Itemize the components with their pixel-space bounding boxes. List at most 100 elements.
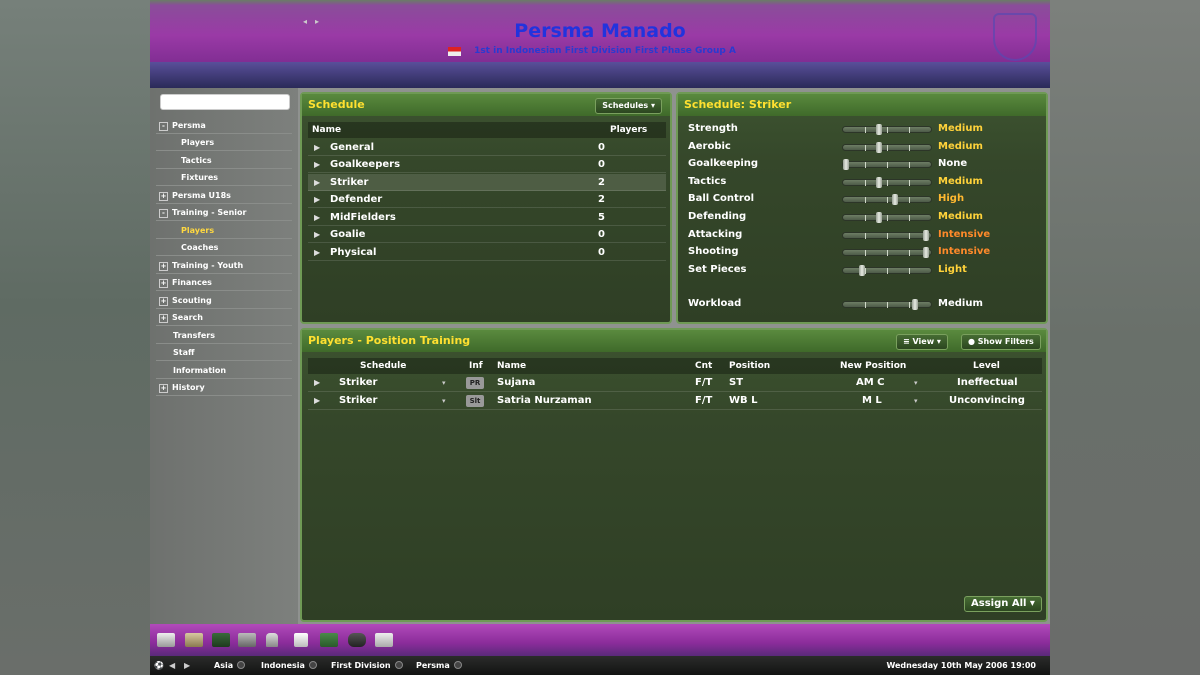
expand-arrow-icon[interactable]: ▶ [314, 209, 320, 226]
trophy-icon[interactable] [266, 633, 278, 647]
tactics-board-icon[interactable] [212, 633, 230, 647]
player-name[interactable]: Satria Nurzaman [497, 392, 592, 410]
options-menu[interactable]: Options ▾ [763, 67, 832, 85]
intensity-slider[interactable] [842, 194, 932, 206]
view-button[interactable]: ≡ View ▾ [896, 334, 948, 350]
manager-menu[interactable]: Manager ▾ [530, 67, 603, 85]
col-new-position[interactable]: New Position [840, 358, 906, 374]
chevron-circle-icon[interactable] [237, 661, 246, 669]
back-icon[interactable]: ◀ [169, 656, 175, 675]
home-icon[interactable] [157, 633, 175, 647]
chevron-circle-icon[interactable] [453, 661, 462, 669]
schedule-row-general[interactable]: ▶ General 0 [308, 139, 666, 156]
sidebar-item-tactics[interactable]: Tactics [156, 153, 292, 169]
expand-arrow-icon[interactable]: ▶ [314, 174, 320, 191]
sidebar-search-input[interactable] [160, 94, 290, 110]
collapse-icon[interactable]: - [159, 122, 168, 131]
slider-knob[interactable] [875, 124, 882, 135]
sidebar-item-transfers[interactable]: Transfers [156, 328, 292, 344]
expand-arrow-icon[interactable]: ▶ [314, 191, 320, 208]
sidebar-item-staff[interactable]: Staff [156, 345, 292, 361]
schedule-row-striker[interactable]: ▶ Striker 2 [308, 174, 666, 191]
binoculars-icon[interactable] [348, 633, 366, 647]
breadcrumb-asia[interactable]: Asia [214, 656, 246, 675]
col-inf[interactable]: Inf [469, 358, 483, 374]
clipboard-icon[interactable] [375, 633, 393, 647]
dropdown-arrow-icon[interactable]: ▾ [914, 392, 918, 410]
col-cnt[interactable]: Cnt [695, 358, 712, 374]
col-level[interactable]: Level [973, 358, 1000, 374]
forward-button-icon[interactable]: ▶ [455, 68, 463, 81]
intensity-slider[interactable] [842, 264, 932, 276]
football-icon[interactable]: ⚽ [154, 656, 164, 675]
show-filters-button[interactable]: ● Show Filters [961, 334, 1041, 350]
schedule-dropdown[interactable]: Striker [339, 392, 377, 410]
dropdown-arrow-icon[interactable]: ▾ [442, 392, 446, 410]
schedule-dropdown[interactable]: Striker [339, 374, 377, 392]
expand-arrow-icon[interactable]: ▶ [314, 244, 320, 261]
chevron-circle-icon[interactable] [394, 661, 403, 669]
col-name[interactable]: Name [497, 358, 526, 374]
schedule-row-midfielders[interactable]: ▶ MidFielders 5 [308, 209, 666, 226]
expand-arrow-icon[interactable]: ▶ [314, 139, 320, 156]
sidebar-item-fixtures[interactable]: Fixtures [156, 170, 292, 186]
collapse-icon[interactable]: - [159, 209, 168, 218]
sidebar-item-information[interactable]: Information [156, 363, 292, 379]
intensity-slider[interactable] [842, 229, 932, 241]
expand-icon[interactable]: + [159, 384, 168, 393]
intensity-slider[interactable] [842, 124, 932, 135]
back-button-icon[interactable]: ◀ [424, 68, 432, 81]
intensity-slider[interactable] [842, 141, 932, 153]
go-to-match-button[interactable]: Go To Match [343, 70, 398, 79]
schedules-button[interactable]: Schedules ▾ [595, 98, 662, 114]
breadcrumb-first-division[interactable]: First Division [331, 656, 403, 675]
back-arrow-icon[interactable]: ◂ [303, 17, 307, 26]
schedule-row-goalie[interactable]: ▶ Goalie 0 [308, 226, 666, 243]
expand-icon[interactable]: + [159, 297, 168, 306]
intensity-slider[interactable] [842, 212, 932, 223]
col-schedule[interactable]: Schedule [360, 358, 406, 374]
slider-knob[interactable] [923, 247, 930, 259]
slider-knob[interactable] [923, 229, 930, 241]
sidebar-item-training-youth[interactable]: + Training - Youth [156, 258, 292, 274]
expand-arrow-icon[interactable]: ▶ [314, 392, 320, 410]
dropdown-arrow-icon[interactable]: ▾ [914, 374, 918, 392]
player-row-sujana[interactable]: ▶ Striker ▾ PR Sujana F/T ST AM C ▾ Inef… [308, 374, 1042, 392]
player-row-satria-nurzaman[interactable]: ▶ Striker ▾ Slt Satria Nurzaman F/T WB L… [308, 392, 1042, 410]
expand-icon[interactable]: + [159, 262, 168, 271]
intensity-slider[interactable] [842, 159, 932, 171]
sidebar-item-persma[interactable]: - Persma [156, 118, 292, 134]
schedule-row-physical[interactable]: ▶ Physical 0 [308, 244, 666, 261]
sidebar-item-search[interactable]: + Search [156, 310, 292, 326]
expand-icon[interactable]: + [159, 192, 168, 201]
sidebar-item-training-players[interactable]: Players [156, 223, 292, 239]
intensity-slider[interactable] [842, 299, 932, 310]
pitch-icon[interactable] [320, 633, 338, 647]
expand-arrow-icon[interactable]: ▶ [314, 226, 320, 243]
notebook-icon[interactable] [185, 633, 203, 647]
sidebar-item-coaches[interactable]: Coaches [156, 240, 292, 256]
expand-arrow-icon[interactable]: ▶ [314, 374, 320, 392]
forward-icon[interactable]: ▶ [184, 656, 190, 675]
slider-knob[interactable] [875, 212, 882, 223]
sidebar-item-scouting[interactable]: + Scouting [156, 293, 292, 309]
schedule-row-defender[interactable]: ▶ Defender 2 [308, 191, 666, 208]
sidebar-item-training-senior[interactable]: - Training - Senior [156, 205, 292, 221]
forward-arrow-icon[interactable]: ▸ [315, 17, 319, 26]
col-name-header[interactable]: Name [312, 122, 341, 138]
new-position-dropdown[interactable]: M L [862, 392, 882, 410]
col-players-header[interactable]: Players [610, 122, 647, 138]
slider-knob[interactable] [892, 194, 899, 206]
sidebar-item-persma-u18s[interactable]: + Persma U18s [156, 188, 292, 204]
col-position[interactable]: Position [729, 358, 770, 374]
dropdown-arrow-icon[interactable]: ▾ [442, 374, 446, 392]
intensity-slider[interactable] [842, 176, 932, 188]
expand-arrow-icon[interactable]: ▶ [314, 156, 320, 173]
intensity-slider[interactable] [842, 247, 932, 259]
slider-knob[interactable] [859, 264, 866, 276]
slider-knob[interactable] [843, 159, 849, 171]
slider-knob[interactable] [911, 299, 918, 310]
slider-knob[interactable] [875, 176, 882, 188]
schedule-row-goalkeepers[interactable]: ▶ Goalkeepers 0 [308, 156, 666, 173]
breadcrumb-persma[interactable]: Persma [416, 656, 462, 675]
